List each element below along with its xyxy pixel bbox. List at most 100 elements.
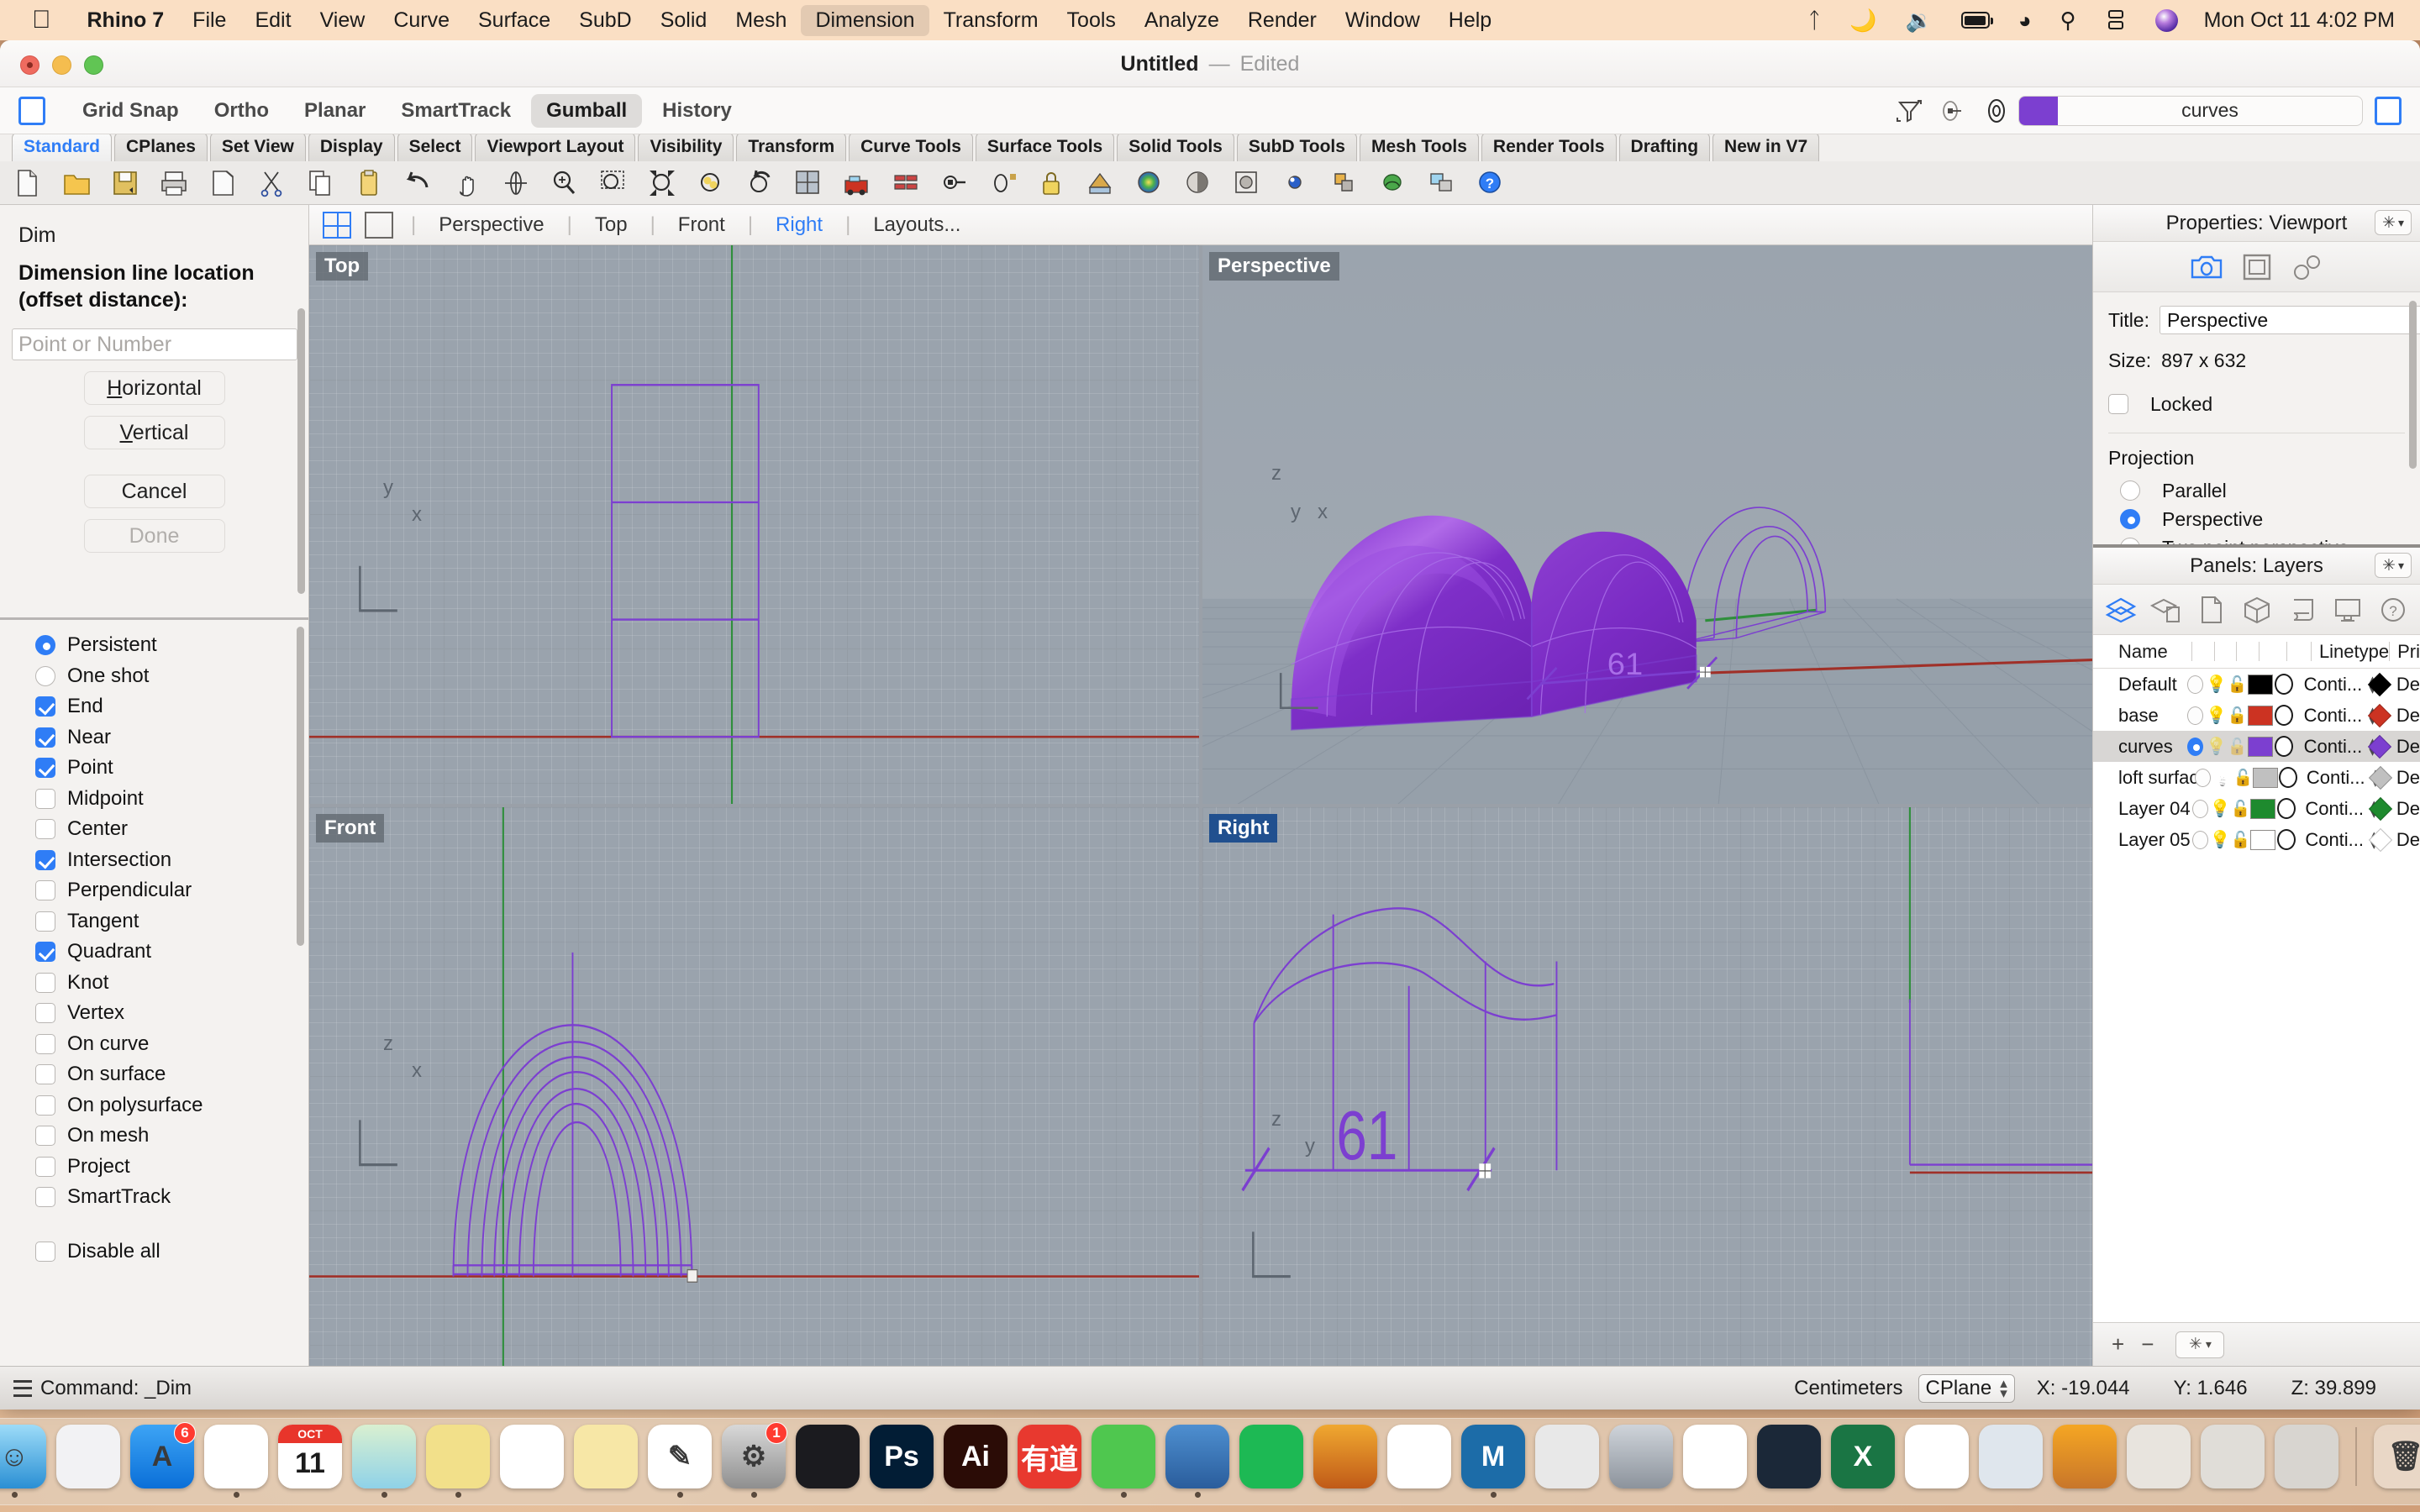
dock-icon-chrome[interactable]: [204, 1425, 268, 1488]
current-layer-widget[interactable]: curves: [2018, 95, 2363, 126]
layer-material-cell[interactable]: [2273, 736, 2296, 757]
viewport-label-top[interactable]: Top: [316, 252, 369, 281]
group-icon[interactable]: [1418, 164, 1465, 202]
unlock-icon[interactable]: 🔓: [2233, 768, 2254, 788]
copy-to-clipboard-icon[interactable]: [200, 164, 247, 202]
checkbox-project[interactable]: [35, 1156, 55, 1177]
column-header-linetype[interactable]: Linetype: [2310, 635, 2389, 668]
layer-material-cell[interactable]: [2273, 674, 2296, 695]
toolbar-tab-select[interactable]: Select: [397, 133, 473, 161]
dock-item-textedit[interactable]: ✎: [648, 1425, 712, 1498]
control-center-icon[interactable]: [2091, 9, 2141, 31]
layer-current-cell[interactable]: [2191, 830, 2210, 849]
snap-row-on-mesh[interactable]: On mesh: [0, 1121, 308, 1152]
layer-visibility-cell[interactable]: 💡: [2212, 767, 2233, 788]
checkbox-on-curve[interactable]: [35, 1033, 55, 1054]
dock-icon-textedit[interactable]: ✎: [648, 1425, 712, 1488]
viewport-perspective[interactable]: 61 Perspective z y x: [1202, 245, 2092, 804]
material-circle-icon[interactable]: [2276, 798, 2296, 819]
menu-item-file[interactable]: File: [178, 5, 240, 36]
camera-icon[interactable]: [2188, 250, 2225, 284]
light-icon[interactable]: [1272, 164, 1319, 202]
menu-item-view[interactable]: View: [306, 5, 380, 36]
print-color-diamond[interactable]: [2367, 703, 2391, 727]
pan-icon[interactable]: [444, 164, 491, 202]
menu-item-curve[interactable]: Curve: [379, 5, 464, 36]
zoom-icon[interactable]: [541, 164, 588, 202]
menu-item-render[interactable]: Render: [1234, 5, 1331, 36]
dock-item-illustrator[interactable]: Ai: [944, 1425, 1007, 1498]
layer-linetype[interactable]: Conti...▴▾: [2296, 796, 2377, 821]
layer-print-width[interactable]: De: [2391, 736, 2420, 758]
dock-item-calendar[interactable]: OCT 11: [278, 1425, 342, 1498]
layer-linetype[interactable]: Conti...▴▾: [2296, 672, 2376, 696]
dock-item-books[interactable]: [2053, 1425, 2117, 1498]
checkbox-on-surface[interactable]: [35, 1064, 55, 1085]
dock-item-maya[interactable]: M: [1461, 1425, 1525, 1498]
osnap-scrollbar[interactable]: [297, 627, 304, 946]
menu-item-help[interactable]: Help: [1434, 5, 1506, 36]
open-folder-icon[interactable]: [54, 164, 101, 202]
viewport-tab-front[interactable]: Front: [658, 213, 745, 237]
menu-item-subd[interactable]: SubD: [565, 5, 646, 36]
record-history-icon[interactable]: [1975, 94, 2018, 128]
layer-visibility-cell[interactable]: 💡: [2206, 736, 2227, 757]
snap-row-perpendicular[interactable]: Perpendicular: [0, 875, 308, 906]
layer-row[interactable]: Default 💡🔓 Conti...▴▾ De: [2093, 669, 2420, 700]
layer-row[interactable]: Layer 04 💡🔓 Conti...▴▾ De: [2093, 793, 2420, 824]
toolbar-tab-set-view[interactable]: Set View: [209, 133, 306, 161]
layer-color-swatch[interactable]: [2250, 798, 2276, 819]
checkbox-center[interactable]: [35, 819, 55, 840]
layer-visibility-cell[interactable]: 💡: [2210, 829, 2231, 850]
toolbar-tab-transform[interactable]: Transform: [736, 133, 847, 161]
layer-print-color-cell[interactable]: [2367, 734, 2391, 759]
menu-item-tools[interactable]: Tools: [1053, 5, 1130, 36]
dock-item-chrome[interactable]: [204, 1425, 268, 1498]
dock-icon-final-cut-pro[interactable]: [796, 1425, 860, 1488]
print-color-diamond[interactable]: [2367, 734, 2391, 759]
dock-item-maps[interactable]: [352, 1425, 416, 1498]
toggle-smarttrack[interactable]: SmartTrack: [386, 94, 526, 128]
layer-material-cell[interactable]: [2275, 798, 2296, 819]
dock-icon-youdao[interactable]: 有道: [1018, 1425, 1081, 1488]
dock-item-finder[interactable]: ☺: [0, 1425, 46, 1498]
dock-item-keyshot[interactable]: [1535, 1425, 1599, 1498]
viewport-top[interactable]: Top y x: [309, 245, 1199, 804]
gear-dropdown-icon[interactable]: ✳ ▾: [2375, 210, 2412, 235]
toggle-history[interactable]: History: [647, 94, 747, 128]
layer-linetype[interactable]: Conti...▴▾: [2298, 765, 2379, 790]
unlock-icon[interactable]: 🔓: [2228, 737, 2248, 757]
lightbulb-icon[interactable]: 💡: [2212, 767, 2233, 788]
snap-row-knot[interactable]: Knot: [0, 968, 308, 999]
viewport-label-front[interactable]: Front: [316, 814, 385, 843]
layer-print-width[interactable]: De: [2391, 705, 2420, 727]
locked-checkbox[interactable]: [2108, 394, 2128, 414]
toolbar-tab-subd-tools[interactable]: SubD Tools: [1236, 133, 1357, 161]
command-history-icon[interactable]: [13, 1379, 32, 1397]
dock-icon-maya[interactable]: M: [1461, 1425, 1525, 1488]
snap-row-point[interactable]: Point: [0, 753, 308, 784]
add-layer-button[interactable]: +: [2112, 1331, 2124, 1357]
print-icon[interactable]: [151, 164, 198, 202]
material-circle-icon[interactable]: [2276, 829, 2296, 850]
snap-row-on-curve[interactable]: On curve: [0, 1029, 308, 1060]
dock-icon-reminders[interactable]: [500, 1425, 564, 1488]
paste-icon[interactable]: [346, 164, 393, 202]
layers-icon[interactable]: [882, 164, 929, 202]
save-icon[interactable]: [103, 164, 150, 202]
new-file-icon[interactable]: [5, 164, 52, 202]
print-color-diamond[interactable]: [2369, 765, 2393, 790]
checkbox-quadrant[interactable]: [35, 942, 55, 963]
locked-checkbox-row[interactable]: Locked: [2108, 387, 2405, 421]
command-line-area[interactable]: Command: _Dim: [0, 1377, 192, 1400]
dock-item-app-store[interactable]: A6: [130, 1422, 196, 1498]
properties-icon[interactable]: [931, 164, 978, 202]
layer-current-cell[interactable]: [2191, 799, 2210, 818]
dock-icon-steam[interactable]: [1757, 1425, 1821, 1488]
snap-row-quadrant[interactable]: Quadrant: [0, 937, 308, 968]
dock-icon-stickies[interactable]: [426, 1425, 490, 1488]
layer-lock-cell[interactable]: 🔓: [2227, 706, 2248, 726]
current-layer-radio[interactable]: [2191, 799, 2208, 818]
toggle-grid-snap[interactable]: Grid Snap: [67, 94, 194, 128]
toolbar-tab-curve-tools[interactable]: Curve Tools: [849, 133, 973, 161]
